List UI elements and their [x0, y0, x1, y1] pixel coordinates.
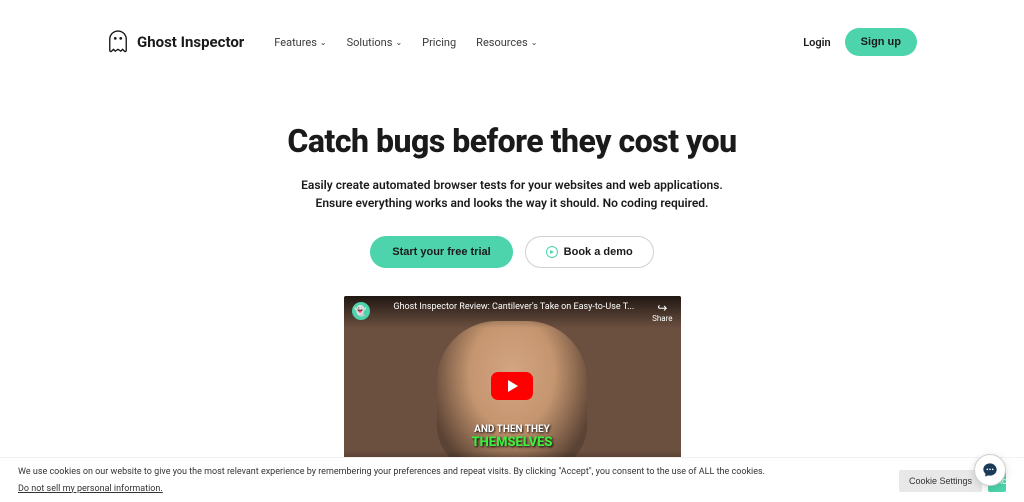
chevron-down-icon: ⌄ [320, 38, 327, 47]
video-header: 👻 Ghost Inspector Review: Cantilever's T… [344, 296, 681, 328]
caption-line2: THEMSELVES [471, 435, 552, 450]
chat-icon [982, 462, 998, 478]
cookie-settings-button[interactable]: Cookie Settings [899, 470, 982, 492]
share-icon: ↪ [652, 302, 672, 314]
cta-row: Start your free trial Book a demo [0, 236, 1024, 268]
hero-section: Catch bugs before they cost you Easily c… [0, 122, 1024, 475]
logo[interactable]: Ghost Inspector [107, 29, 244, 55]
play-icon [508, 380, 518, 392]
video-title: Ghost Inspector Review: Cantilever's Tak… [376, 302, 653, 312]
start-trial-button[interactable]: Start your free trial [370, 236, 512, 268]
cookie-text: We use cookies on our website to give yo… [18, 466, 899, 496]
book-demo-button[interactable]: Book a demo [525, 236, 654, 268]
chevron-down-icon: ⌄ [395, 38, 402, 47]
nav-features[interactable]: Features ⌄ [274, 36, 326, 49]
video-embed[interactable]: 👻 Ghost Inspector Review: Cantilever's T… [344, 296, 681, 475]
book-demo-label: Book a demo [564, 246, 633, 258]
do-not-sell-link[interactable]: Do not sell my personal information. [18, 483, 889, 497]
main-nav: Features ⌄ Solutions ⌄ Pricing Resources… [274, 36, 537, 49]
header-right: Login Sign up [803, 28, 917, 56]
share-label: Share [652, 314, 672, 323]
hero-sub-line2: Ensure everything works and looks the wa… [0, 194, 1024, 212]
ghost-icon [107, 29, 129, 55]
nav-resources-label: Resources [476, 36, 528, 49]
nav-pricing-label: Pricing [422, 36, 456, 49]
logo-text: Ghost Inspector [137, 33, 244, 51]
video-caption: AND THEN THEY THEMSELVES [471, 424, 552, 450]
nav-features-label: Features [274, 36, 317, 49]
nav-solutions-label: Solutions [347, 36, 393, 49]
channel-avatar: 👻 [352, 302, 370, 320]
cookie-banner: We use cookies on our website to give yo… [0, 457, 1024, 502]
hero-sub-line1: Easily create automated browser tests fo… [0, 176, 1024, 194]
chat-widget[interactable] [974, 454, 1006, 486]
hero-title: Catch bugs before they cost you [0, 122, 1024, 160]
login-link[interactable]: Login [803, 36, 830, 49]
nav-solutions[interactable]: Solutions ⌄ [347, 36, 403, 49]
hero-subtitle: Easily create automated browser tests fo… [0, 176, 1024, 212]
caption-line1: AND THEN THEY [471, 424, 552, 435]
signup-button[interactable]: Sign up [845, 28, 917, 56]
cookie-message: We use cookies on our website to give yo… [18, 467, 765, 477]
header: Ghost Inspector Features ⌄ Solutions ⌄ P… [107, 0, 917, 56]
share-button[interactable]: ↪ Share [652, 302, 672, 323]
nav-pricing[interactable]: Pricing [422, 36, 456, 49]
nav-resources[interactable]: Resources ⌄ [476, 36, 537, 49]
chevron-down-icon: ⌄ [531, 38, 538, 47]
play-button[interactable] [491, 372, 533, 400]
play-circle-icon [546, 246, 558, 258]
